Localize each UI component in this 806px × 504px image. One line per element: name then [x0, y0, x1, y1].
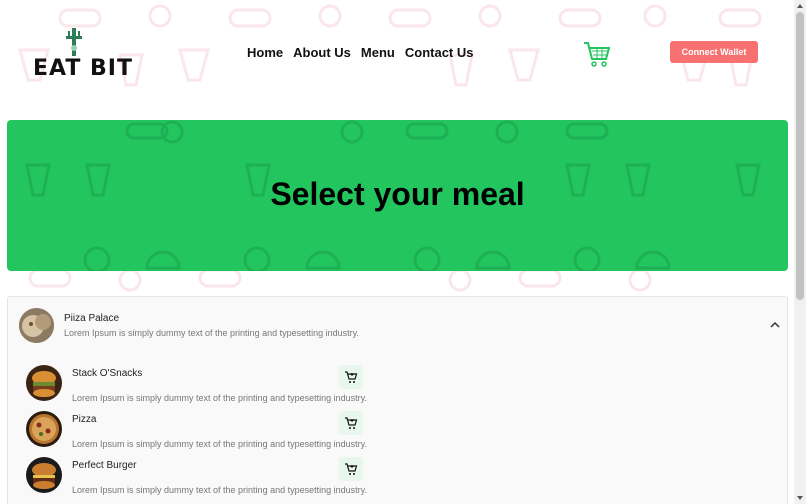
nav-menu[interactable]: Menu	[361, 45, 395, 60]
nav-home[interactable]: Home	[247, 45, 283, 60]
scroll-up-icon[interactable]	[794, 0, 806, 12]
cart-icon[interactable]	[583, 40, 611, 68]
pizza-photo-icon	[26, 411, 62, 447]
chevron-up-icon[interactable]	[769, 319, 781, 331]
add-to-cart-button[interactable]	[339, 411, 363, 435]
add-to-cart-button[interactable]	[339, 457, 363, 481]
nav-contact-us[interactable]: Contact Us	[405, 45, 474, 60]
pizza-photo-icon	[19, 308, 54, 343]
menu-item-image	[26, 365, 62, 401]
nav-about-us[interactable]: About Us	[293, 45, 351, 60]
menu-item-name: Pizza	[72, 414, 97, 425]
menu-item-name: Perfect Burger	[72, 460, 137, 471]
menu-item: Pizza Lorem Ipsum is simply dummy text o…	[26, 411, 371, 455]
page-scrollbar[interactable]	[794, 0, 806, 504]
hero-title: Select your meal	[270, 176, 525, 212]
scroll-down-icon[interactable]	[794, 492, 806, 504]
menu-item-description: Lorem Ipsum is simply dummy text of the …	[72, 439, 367, 449]
restaurant-name: Piiza Palace	[64, 313, 120, 324]
menu-item: Stack O'Snacks Lorem Ipsum is simply dum…	[26, 365, 371, 409]
brand-logo[interactable]: EAT BIT	[33, 28, 132, 84]
burger-photo-icon	[26, 457, 62, 493]
menu-item-image	[26, 411, 62, 447]
connect-wallet-button[interactable]: Connect Wallet	[670, 41, 758, 63]
brand-name: EAT BIT	[33, 56, 133, 81]
scrollbar-thumb[interactable]	[796, 12, 804, 300]
hero-banner: Select your meal	[7, 120, 788, 271]
add-to-cart-button[interactable]	[339, 365, 363, 389]
menu-item-name: Stack O'Snacks	[72, 368, 143, 379]
restaurant-accordion: Piiza Palace Lorem Ipsum is simply dummy…	[7, 296, 788, 504]
accordion-header[interactable]: Piiza Palace Lorem Ipsum is simply dummy…	[8, 297, 787, 355]
add-cart-icon	[345, 371, 358, 383]
fork-knife-logo-icon	[66, 28, 82, 56]
menu-item-description: Lorem Ipsum is simply dummy text of the …	[72, 393, 367, 403]
restaurant-avatar	[19, 308, 54, 343]
menu-item-image	[26, 457, 62, 493]
burger-photo-icon	[26, 365, 62, 401]
menu-item-description: Lorem Ipsum is simply dummy text of the …	[72, 485, 367, 495]
add-cart-icon	[345, 463, 358, 475]
main-nav: Home About Us Menu Contact Us	[247, 45, 473, 60]
site-header: EAT BIT Home About Us Menu Contact Us Co…	[0, 0, 794, 110]
menu-item: Perfect Burger Lorem Ipsum is simply dum…	[26, 457, 371, 501]
restaurant-description: Lorem Ipsum is simply dummy text of the …	[64, 328, 359, 338]
add-cart-icon	[345, 417, 358, 429]
